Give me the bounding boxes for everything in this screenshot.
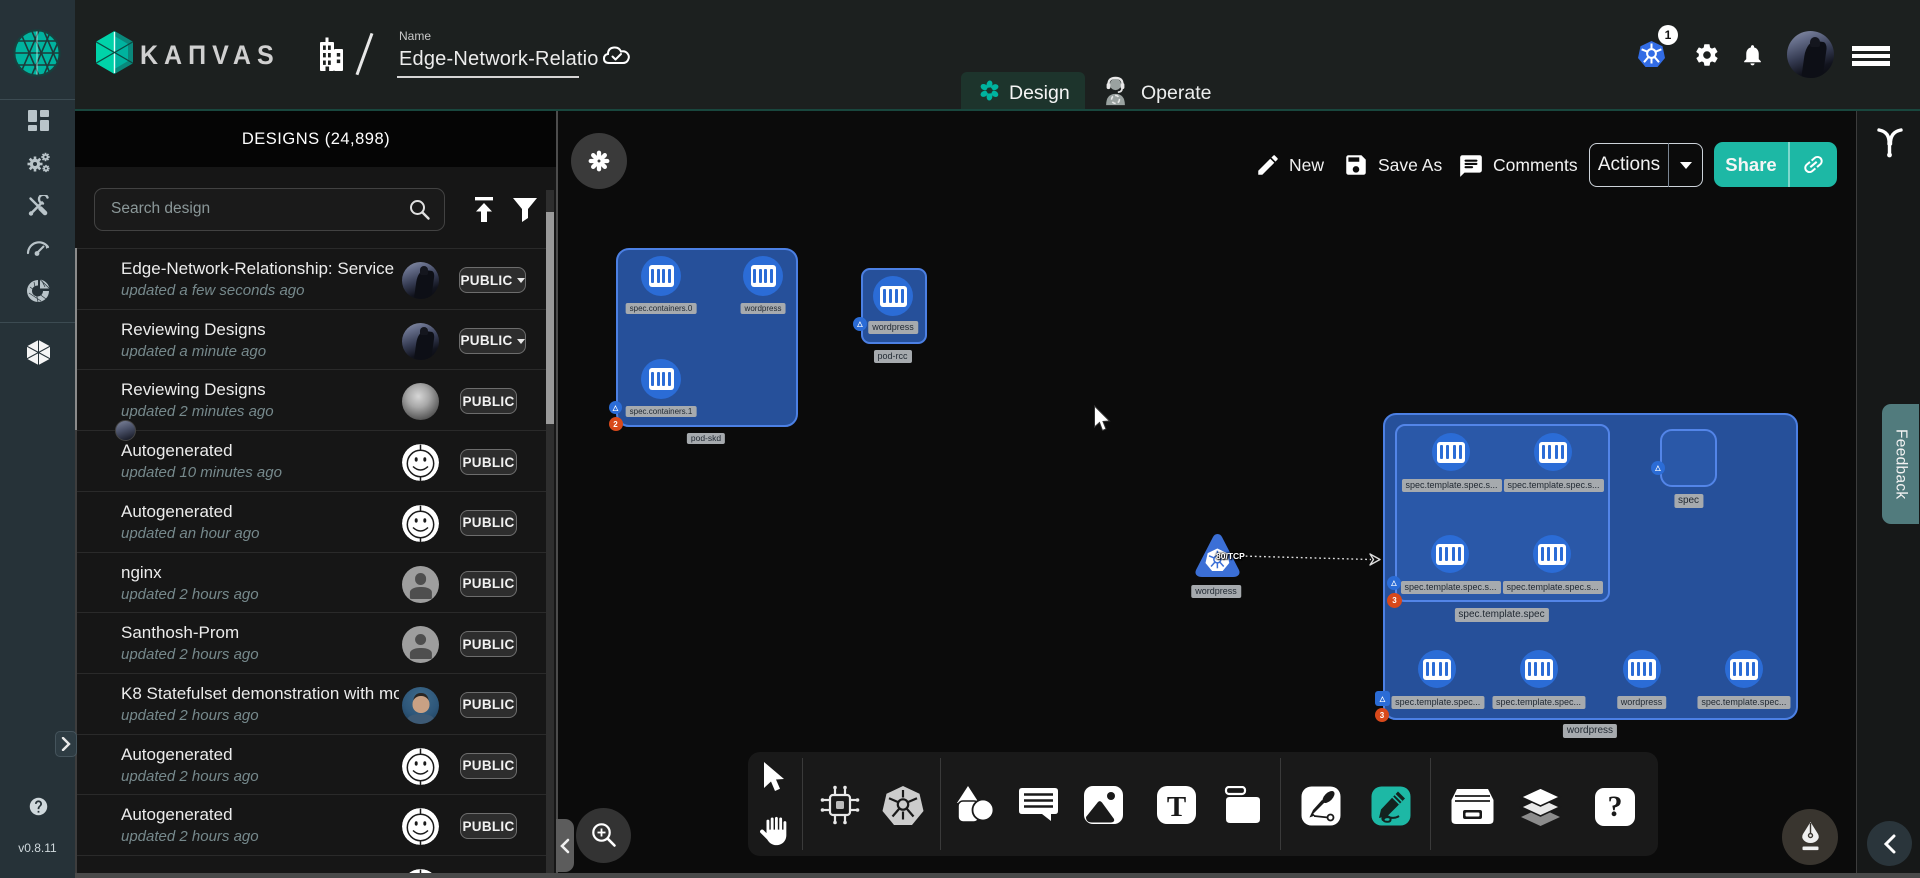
svg-text:T: T: [1167, 791, 1186, 823]
